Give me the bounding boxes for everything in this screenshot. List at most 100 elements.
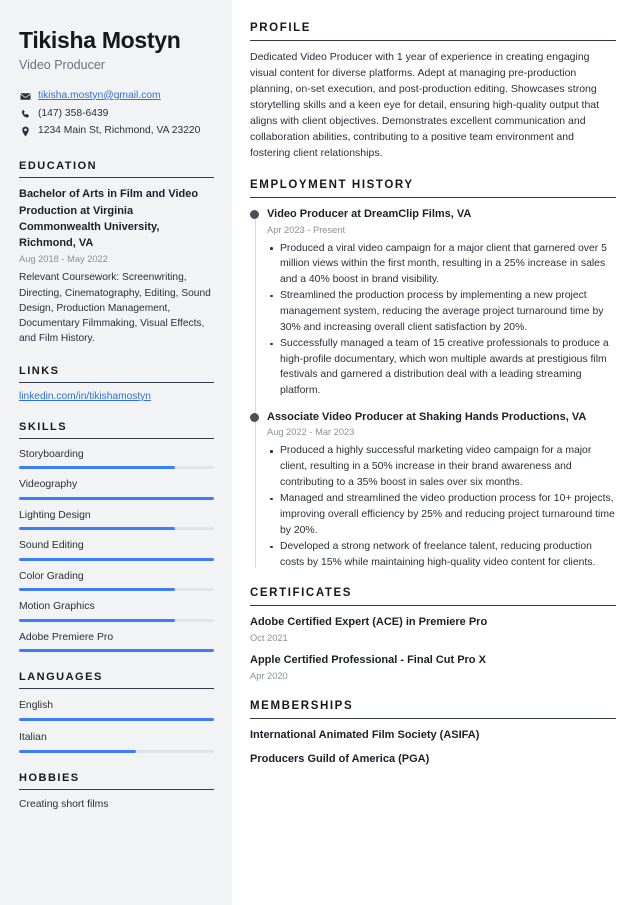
section-skills: SKILLS Storyboarding Videography Lightin… — [19, 421, 214, 653]
section-employment-history: EMPLOYMENT HISTORY Video Producer at Dre… — [250, 179, 616, 571]
skill-level-bar — [19, 618, 214, 622]
membership-item: Producers Guild of America (PGA) — [250, 752, 430, 765]
link-item[interactable]: linkedin.com/in/tikishamostyn — [19, 391, 214, 402]
candidate-role: Video Producer — [19, 57, 105, 72]
contact-phone-text: (147) 358-6439 — [38, 107, 109, 119]
skill-label: Videography — [19, 479, 78, 491]
section-title-education: EDUCATION — [19, 160, 98, 173]
skill-label: Lighting Design — [19, 509, 91, 521]
envelope-icon — [19, 91, 31, 102]
skill-label: Sound Editing — [19, 540, 84, 552]
section-title-links: LINKS — [19, 364, 60, 377]
job-bullet: Successfully managed a team of 15 creati… — [267, 336, 616, 398]
job-title: Video Producer at DreamClip Films, VA — [267, 207, 472, 220]
header-block: Tikisha Mostyn Video Producer — [19, 27, 214, 73]
job-bullet: Developed a strong network of freelance … — [267, 539, 616, 570]
contact-list: tikisha.mostyn@gmail.com (147) 358-6439 … — [19, 90, 214, 139]
main-content: PROFILE Dedicated Video Producer with 1 … — [232, 0, 640, 905]
divider — [19, 688, 214, 690]
job-bullet-list: Produced a viral video campaign for a ma… — [267, 241, 616, 399]
divider — [250, 40, 616, 41]
resume-page: Tikisha Mostyn Video Producer tikisha.mo… — [0, 0, 640, 905]
skill-label: Color Grading — [19, 570, 84, 582]
section-title-certificates: CERTIFICATES — [250, 587, 353, 600]
certificate-item: Apple Certified Professional - Final Cut… — [250, 653, 616, 683]
job-title: Associate Video Producer at Shaking Hand… — [267, 410, 587, 423]
section-hobbies: HOBBIES Creating short films — [19, 772, 214, 812]
job-entry: Associate Video Producer at Shaking Hand… — [250, 410, 616, 571]
profile-text: Dedicated Video Producer with 1 year of … — [250, 51, 600, 159]
timeline-dot-icon — [250, 209, 259, 219]
skill-item: Adobe Premiere Pro — [19, 631, 214, 653]
job-bullet: Streamlined the production process by im… — [267, 288, 616, 335]
language-level-fill — [19, 718, 214, 721]
skill-item: Motion Graphics — [19, 600, 214, 622]
skill-level-fill — [19, 588, 175, 592]
education-entry: Bachelor of Arts in Film and Video Produ… — [19, 186, 214, 346]
section-profile: PROFILE Dedicated Video Producer with 1 … — [250, 22, 616, 162]
section-title-memberships: MEMBERSHIPS — [250, 700, 354, 713]
contact-email-text[interactable]: tikisha.mostyn@gmail.com — [38, 90, 161, 103]
contact-address-text: 1234 Main St, Richmond, VA 23220 — [38, 125, 201, 137]
divider — [19, 381, 214, 383]
sidebar: Tikisha Mostyn Video Producer tikisha.mo… — [0, 0, 232, 905]
section-title-profile: PROFILE — [250, 22, 312, 34]
section-certificates: CERTIFICATES Adobe Certified Expert (ACE… — [250, 587, 616, 683]
job-date: Aug 2022 - Mar 2023 — [267, 427, 355, 438]
certificate-date: Oct 2021 — [250, 633, 288, 644]
skill-level-bar — [19, 649, 214, 653]
timeline-dot-icon — [250, 412, 259, 422]
education-degree: Bachelor of Arts in Film and Video Produ… — [19, 188, 199, 250]
divider — [19, 788, 214, 790]
language-item: English — [19, 699, 214, 721]
language-label: Italian — [19, 732, 47, 743]
contact-email[interactable]: tikisha.mostyn@gmail.com — [19, 90, 214, 103]
divider — [19, 177, 214, 179]
skill-level-bar — [19, 527, 214, 531]
language-level-bar — [19, 718, 214, 721]
section-title-employment: EMPLOYMENT HISTORY — [250, 178, 414, 191]
link-linkedin[interactable]: linkedin.com/in/tikishamostyn — [19, 391, 151, 402]
divider — [250, 605, 616, 607]
section-memberships: MEMBERSHIPS International Animated Film … — [250, 700, 616, 767]
membership-item: International Animated Film Society (ASI… — [250, 729, 480, 742]
skill-level-fill — [19, 466, 175, 470]
skill-level-fill — [19, 527, 175, 531]
skill-item: Storyboarding — [19, 448, 214, 470]
certificate-date: Apr 2020 — [250, 671, 288, 682]
language-item: Italian — [19, 731, 214, 753]
language-level-fill — [19, 749, 136, 753]
section-title-languages: LANGUAGES — [19, 671, 103, 684]
skill-level-bar — [19, 466, 214, 470]
job-bullet: Managed and streamlined the video produc… — [267, 491, 616, 538]
language-level-bar — [19, 749, 214, 753]
skill-label: Motion Graphics — [19, 601, 95, 613]
skill-level-fill — [19, 496, 214, 500]
employment-timeline: Video Producer at DreamClip Films, VA Ap… — [250, 207, 616, 571]
skill-level-bar — [19, 496, 214, 500]
skill-level-bar — [19, 588, 214, 592]
hobby-item: Creating short films — [19, 798, 109, 810]
skill-label: Storyboarding — [19, 448, 84, 460]
education-description: Relevant Coursework: Screenwriting, Dire… — [19, 272, 211, 344]
divider — [250, 196, 616, 198]
certificate-item: Adobe Certified Expert (ACE) in Premiere… — [250, 615, 616, 645]
skill-level-bar — [19, 557, 214, 561]
contact-address: 1234 Main St, Richmond, VA 23220 — [19, 125, 214, 138]
section-title-hobbies: HOBBIES — [19, 771, 80, 784]
job-date: Apr 2023 - Present — [267, 224, 346, 235]
location-pin-icon — [19, 126, 31, 137]
job-bullet: Produced a highly successful marketing v… — [267, 443, 616, 490]
language-label: English — [19, 700, 54, 712]
contact-phone: (147) 358-6439 — [19, 108, 214, 121]
phone-icon — [19, 109, 31, 120]
divider — [250, 718, 616, 720]
section-languages: LANGUAGES English Italian — [19, 671, 214, 753]
section-education: EDUCATION Bachelor of Arts in Film and V… — [19, 160, 214, 346]
job-entry: Video Producer at DreamClip Films, VA Ap… — [250, 207, 616, 399]
skill-item: Color Grading — [19, 570, 214, 592]
section-title-skills: SKILLS — [19, 420, 68, 433]
job-bullet-list: Produced a highly successful marketing v… — [267, 443, 616, 570]
skill-item: Videography — [19, 478, 214, 500]
skill-level-fill — [19, 557, 214, 561]
